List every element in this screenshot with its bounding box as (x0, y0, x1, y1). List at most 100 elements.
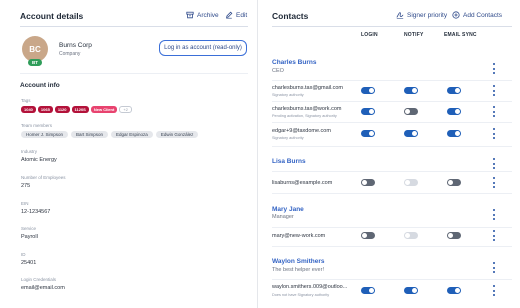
more-options-icon[interactable] (492, 63, 496, 74)
email-sync-toggle[interactable] (447, 179, 461, 186)
team-members-label: Team members (21, 123, 53, 128)
contact-role: Manager (272, 214, 294, 220)
notify-toggle[interactable] (404, 87, 418, 94)
more-options-icon[interactable] (492, 285, 496, 296)
divider (272, 26, 512, 27)
email-sync-toggle[interactable] (447, 130, 461, 137)
email-sync-toggle[interactable] (447, 232, 461, 239)
login-toggle[interactable] (361, 232, 375, 239)
login-toggle[interactable] (361, 87, 375, 94)
account-info-title: Account info (20, 82, 60, 89)
tag[interactable]: 1120S (71, 106, 89, 113)
contact-email: waylon.smithers.009@outloo... (272, 284, 348, 290)
archive-button[interactable]: Archive (186, 11, 219, 19)
employees-value: 275 (21, 183, 31, 189)
divider (272, 171, 512, 172)
more-options-icon[interactable] (492, 230, 496, 241)
team-member-chip[interactable]: Bart Simpson (71, 131, 109, 138)
login-as-account-button[interactable]: Log in as account (read-only) (159, 40, 247, 56)
more-options-icon[interactable] (492, 177, 496, 188)
divider (272, 227, 512, 228)
notify-toggle[interactable] (404, 108, 418, 115)
contact-name[interactable]: Mary Jane (272, 206, 304, 213)
more-tags-badge[interactable]: +2 (119, 106, 132, 113)
more-options-icon[interactable] (492, 106, 496, 117)
signer-priority-label: Signer priority (407, 11, 448, 19)
contact-email: lisaburns@example.com (272, 180, 333, 186)
column-header-notify: NOTIFY (404, 32, 424, 38)
divider (272, 246, 512, 247)
contact-email-note: Does not have Signatory authority (272, 293, 330, 297)
email-sync-toggle[interactable] (447, 287, 461, 294)
more-options-icon[interactable] (492, 158, 496, 169)
contact-email: charlesburns.tax@work.com (272, 106, 342, 112)
team-member-chip[interactable]: Homer J. Simpson (21, 131, 69, 138)
signature-icon (396, 12, 404, 19)
tags-label: Tags (21, 98, 31, 103)
service-label: Service (21, 226, 37, 231)
divider (272, 80, 512, 81)
more-options-icon[interactable] (492, 262, 496, 273)
id-label: ID (21, 252, 26, 257)
account-details-panel: Account details Archive Edit BC BT Burns… (0, 0, 258, 308)
tag[interactable]: 1120 (54, 106, 70, 113)
company-type: Company (59, 51, 81, 57)
more-options-icon[interactable] (492, 85, 496, 96)
contact-email-note: Signatory authority (272, 93, 304, 97)
account-details-header: Account details Archive Edit (20, 9, 248, 23)
notify-toggle (404, 179, 418, 186)
divider (272, 101, 512, 102)
team-member-chip[interactable]: Edwin González (155, 131, 199, 138)
divider (20, 26, 248, 27)
column-header-login: LOGIN (361, 32, 378, 38)
login-toggle[interactable] (361, 130, 375, 137)
team-member-chip[interactable]: Edgar Espinoza (111, 131, 153, 138)
contact-role: CEO (272, 68, 284, 74)
contact-name[interactable]: Charles Burns (272, 59, 316, 66)
notify-toggle[interactable] (404, 130, 418, 137)
edit-button[interactable]: Edit (225, 11, 247, 19)
ein-value: 12-1234567 (21, 209, 51, 215)
divider (272, 193, 512, 194)
more-options-icon[interactable] (492, 209, 496, 220)
contact-email: edgar+9@taxdome.com (272, 128, 331, 134)
add-contacts-label: Add Contacts (463, 11, 503, 19)
employees-label: Number of Employees (21, 175, 66, 180)
archive-icon (186, 11, 194, 19)
contact-name[interactable]: Lisa Burns (272, 158, 306, 165)
contact-email-note: Signatory authority (272, 136, 304, 140)
divider (272, 122, 512, 123)
contacts-title: Contacts (272, 11, 309, 21)
industry-value: Atomic Energy (21, 157, 57, 163)
contact-name[interactable]: Waylon Smithers (272, 258, 325, 265)
divider (272, 146, 512, 147)
signer-priority-button[interactable]: Signer priority (396, 11, 447, 19)
contact-email: mary@new-work.com (272, 233, 326, 239)
login-toggle[interactable] (361, 108, 375, 115)
contacts-panel: Contacts Signer priority Add Contacts LO… (258, 0, 520, 308)
divider (272, 279, 512, 280)
add-contacts-button[interactable]: Add Contacts (452, 11, 502, 19)
contact-email-note: Pending activation, Signatory authority (272, 114, 337, 118)
contact-email: charlesburns.tax@gmail.com (272, 85, 343, 91)
plus-circle-icon (452, 11, 460, 19)
login-toggle[interactable] (361, 287, 375, 294)
company-name: Burns Corp (59, 42, 92, 49)
id-value: 25401 (21, 260, 37, 266)
tag[interactable]: New Client (90, 106, 118, 113)
column-header-email-sync: EMAIL SYNC (444, 32, 477, 38)
more-options-icon[interactable] (492, 128, 496, 139)
login-toggle[interactable] (361, 179, 375, 186)
tag[interactable]: 1040 (21, 106, 36, 113)
service-value: Payroll (21, 234, 38, 240)
email-sync-toggle[interactable] (447, 87, 461, 94)
login-credentials-label: Login Credentials (21, 277, 57, 282)
email-sync-toggle[interactable] (447, 108, 461, 115)
login-credentials-value: email@email.com (21, 285, 65, 291)
industry-label: Industry (21, 149, 38, 154)
edit-label: Edit (236, 11, 248, 19)
archive-label: Archive (197, 11, 219, 19)
ein-label: EIN (21, 201, 29, 206)
notify-toggle[interactable] (404, 287, 418, 294)
tag[interactable]: 1065 (37, 106, 53, 113)
